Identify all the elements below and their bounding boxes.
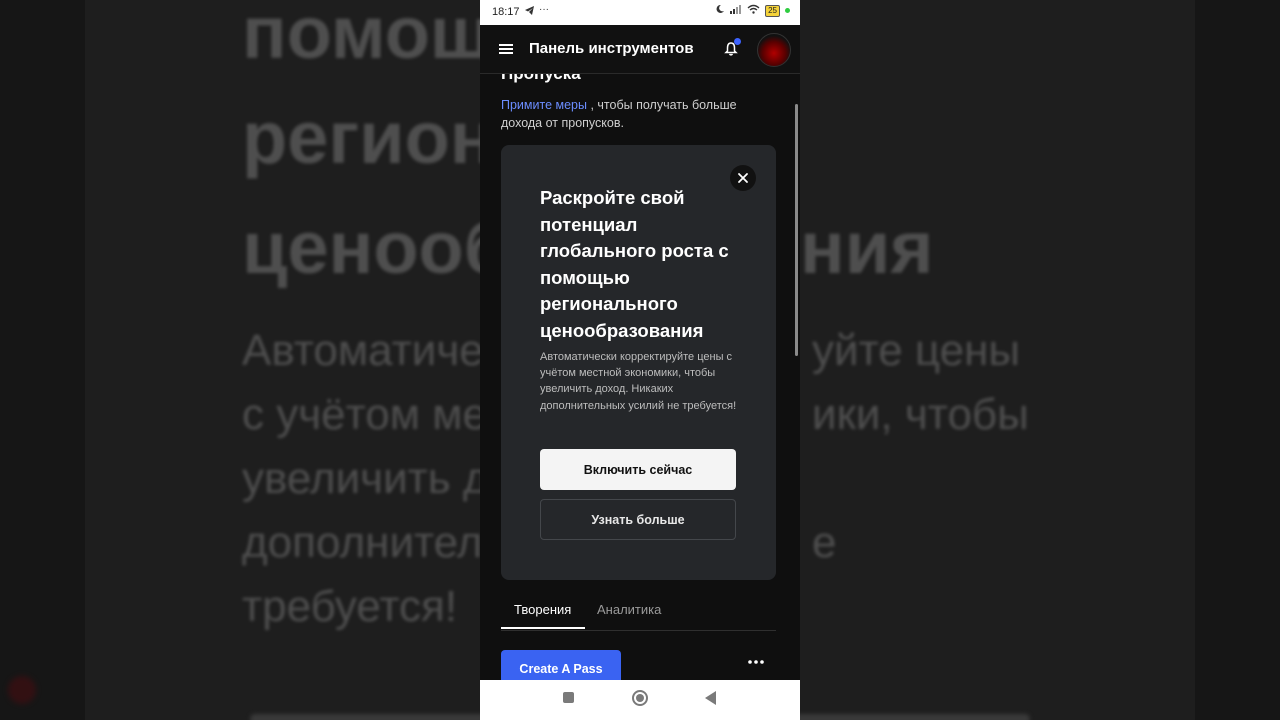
bg-heading-line: ценооб: [242, 206, 510, 289]
create-pass-button[interactable]: Create A Pass: [501, 650, 621, 680]
bg-body-line: требуется!: [242, 582, 458, 631]
bg-body-line: дополнител: [242, 518, 483, 567]
scrollbar[interactable]: [795, 104, 798, 356]
take-action-link[interactable]: Примите меры: [501, 98, 587, 112]
main-content: Пропуска Примите меры , чтобы получать б…: [480, 74, 800, 680]
status-icons: 25: [715, 4, 790, 17]
bg-body-line: уйте цены: [812, 326, 1021, 375]
bg-body-line: ики, чтобы: [812, 390, 1029, 439]
app-bar: Панель инструментов: [480, 25, 800, 74]
recent-apps-icon[interactable]: [563, 692, 574, 703]
bg-heading-line: помощ: [242, 0, 493, 74]
status-bar: 18:17 ··· 25: [480, 0, 800, 25]
card-description: Автоматически корректируйте цены с учёто…: [540, 351, 737, 412]
card-title: Раскройте свой потенциал глобального рос…: [540, 187, 729, 341]
bg-body-line: с учётом ме: [242, 390, 487, 439]
signal-icon: [730, 4, 742, 17]
passes-lead-text: Примите меры , чтобы получать больше дох…: [501, 96, 771, 132]
battery-icon: 25: [765, 4, 780, 17]
back-icon[interactable]: [705, 691, 716, 705]
system-nav-bar: [480, 680, 800, 720]
hamburger-menu-icon[interactable]: [499, 44, 513, 54]
content-tabs: Творения Аналитика: [501, 594, 776, 631]
learn-more-button[interactable]: Узнать больше: [540, 499, 736, 540]
bg-body-line: увеличить д: [242, 454, 489, 503]
section-heading: Пропуска: [501, 74, 581, 84]
more-notifications-icon: ···: [539, 4, 549, 15]
tab-creations[interactable]: Творения: [514, 602, 571, 617]
wifi-icon: [747, 4, 760, 17]
tab-analytics[interactable]: Аналитика: [597, 602, 661, 617]
home-icon[interactable]: [632, 690, 648, 706]
phone-screen: 18:17 ··· 25 Панель инструментов Примите…: [480, 0, 800, 720]
enable-now-button[interactable]: Включить сейчас: [540, 449, 736, 490]
background-blob: [8, 676, 36, 704]
telegram-icon: [524, 5, 535, 19]
status-time: 18:17: [492, 6, 520, 18]
moon-icon: [715, 4, 725, 17]
privacy-indicator-icon: [785, 8, 790, 13]
regional-pricing-card: Раскройте свой потенциал глобального рос…: [501, 145, 776, 580]
bg-heading-line: ния: [800, 206, 934, 289]
bg-heading-line: регион: [242, 96, 495, 179]
notification-dot: [734, 38, 741, 45]
bg-body-line: е: [812, 518, 837, 567]
more-options-icon[interactable]: [747, 658, 765, 670]
active-tab-indicator: [501, 627, 585, 629]
bg-body-line: Автоматиче: [242, 326, 484, 375]
page-title: Панель инструментов: [529, 40, 694, 57]
avatar[interactable]: [757, 33, 791, 67]
